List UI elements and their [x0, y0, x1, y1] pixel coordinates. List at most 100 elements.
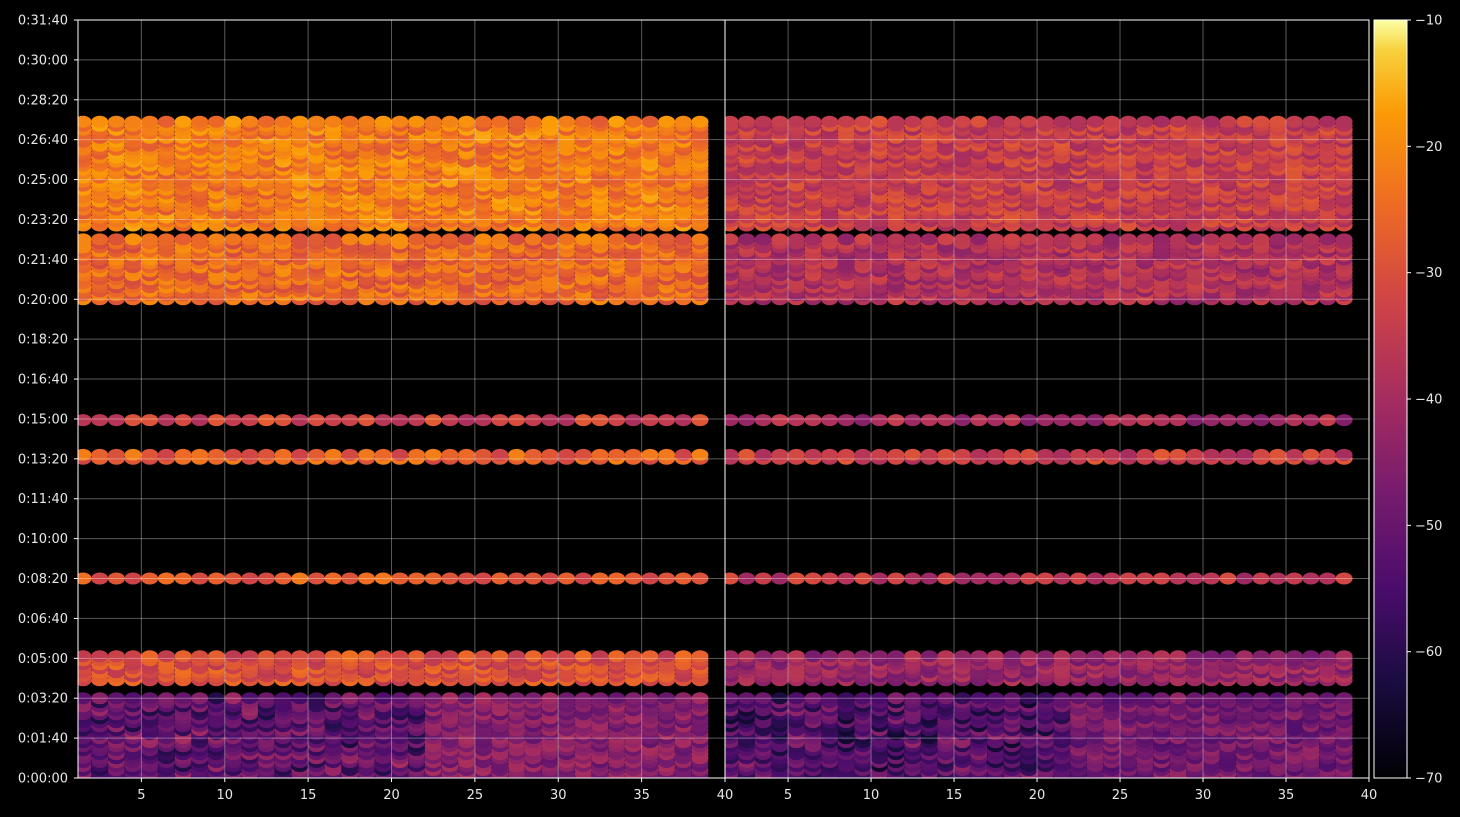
heatmap-cell — [1319, 414, 1336, 427]
heatmap-cell — [358, 650, 375, 663]
heatmap-cell — [1053, 115, 1071, 128]
heatmap-cell — [1136, 233, 1154, 246]
heatmap-cell — [241, 650, 259, 663]
heatmap-cell — [854, 115, 872, 128]
heatmap-cell — [1070, 115, 1087, 128]
heatmap-cell — [1136, 115, 1154, 128]
heatmap-cell — [157, 115, 175, 128]
heatmap-cell — [1020, 414, 1038, 427]
heatmap-cell — [591, 233, 609, 246]
heatmap-cell — [787, 233, 805, 246]
heatmap-cell — [1169, 115, 1187, 128]
heatmap-cell — [491, 115, 509, 128]
heatmap-cell — [904, 414, 922, 427]
heatmap-cell — [424, 650, 442, 663]
heatmap-cell — [1269, 115, 1287, 128]
heatmap-cell — [257, 233, 275, 246]
heatmap-cell — [1319, 650, 1336, 663]
heatmap-cell — [241, 233, 259, 246]
heatmap-cell — [887, 115, 905, 128]
heatmap-cell — [920, 233, 938, 246]
heatmap-cell — [408, 414, 425, 427]
heatmap-cell — [1319, 115, 1336, 128]
heatmap-cell — [508, 233, 526, 246]
heatmap-cell — [870, 233, 888, 246]
heatmap-cell — [291, 650, 309, 663]
heatmap-cell — [124, 233, 142, 246]
heatmap-cell — [78, 233, 92, 246]
heatmap-cell — [771, 115, 789, 128]
heatmap-cell — [1119, 414, 1137, 427]
heatmap-cell — [1186, 233, 1204, 246]
heatmap-cell — [191, 233, 209, 246]
heatmap-cell — [1070, 650, 1087, 663]
spectrogram-chart: 0:00:000:01:400:03:200:05:000:06:400:08:… — [18, 14, 1443, 804]
heatmap-cell — [771, 233, 789, 246]
heatmap-cell — [374, 650, 392, 663]
heatmap-cell — [174, 233, 192, 246]
heatmap-cell — [1003, 414, 1021, 427]
heatmap-cell — [904, 115, 922, 128]
heatmap-cell — [458, 650, 475, 663]
heatmap-cell — [904, 233, 922, 246]
heatmap-cell — [754, 115, 772, 128]
heatmap-cell — [391, 115, 409, 128]
heatmap-cell — [837, 650, 855, 663]
heatmap-cell — [408, 233, 425, 246]
heatmap-cell — [91, 650, 109, 663]
heatmap-cell — [458, 115, 475, 128]
heatmap-cell — [78, 414, 92, 427]
heatmap-cell — [658, 115, 676, 128]
heatmap-cell — [157, 233, 175, 246]
heatmap-cell — [854, 650, 872, 663]
heatmap-cell — [674, 233, 692, 246]
heatmap-cell — [424, 414, 442, 427]
heatmap-cell — [1335, 233, 1353, 246]
heatmap-cell — [141, 233, 159, 246]
heatmap-cell — [1153, 233, 1170, 246]
heatmap-cell — [224, 650, 242, 663]
heatmap-cell — [508, 414, 526, 427]
heatmap-cell — [207, 414, 225, 427]
heatmap-cell — [1086, 414, 1104, 427]
heatmap-cell — [953, 115, 971, 128]
heatmap-cell — [558, 650, 576, 663]
heatmap-cell — [1202, 115, 1220, 128]
heatmap-cell — [674, 414, 692, 427]
heatmap-cell — [1236, 414, 1253, 427]
heatmap-cell — [1186, 414, 1204, 427]
heatmap-cell — [524, 414, 542, 427]
heatmap-cell — [854, 414, 872, 427]
heatmap-cell — [207, 115, 225, 128]
heatmap-cell — [574, 650, 592, 663]
heatmap-cell — [970, 115, 988, 128]
heatmap-cell — [274, 414, 292, 427]
heatmap-cell — [754, 233, 772, 246]
heatmap-cell — [541, 650, 559, 663]
heatmap-cell — [141, 115, 159, 128]
heatmap-cell — [641, 414, 659, 427]
heatmap-cell — [91, 233, 109, 246]
heatmap-cell — [854, 233, 872, 246]
heatmap-cell — [324, 650, 342, 663]
heatmap-cell — [124, 414, 142, 427]
heatmap-cell — [474, 115, 492, 128]
heatmap-cell — [358, 233, 375, 246]
heatmap-cell — [341, 650, 359, 663]
heatmap-cell — [358, 414, 375, 427]
heatmap-cell — [107, 115, 125, 128]
heatmap-cell — [937, 115, 955, 128]
heatmap-cell — [1236, 650, 1253, 663]
heatmap-cell — [474, 414, 492, 427]
heatmap-cell — [191, 115, 209, 128]
heatmap-cell — [1285, 414, 1303, 427]
heatmap-cell — [574, 414, 592, 427]
heatmap-cell — [691, 414, 709, 427]
heatmap-cell — [78, 650, 92, 663]
heatmap-cell — [558, 233, 576, 246]
heatmap-cell — [738, 414, 756, 427]
heatmap-cell — [558, 115, 576, 128]
heatmap-cell — [821, 233, 839, 246]
heatmap-cell — [308, 233, 325, 246]
heatmap-cell — [157, 650, 175, 663]
